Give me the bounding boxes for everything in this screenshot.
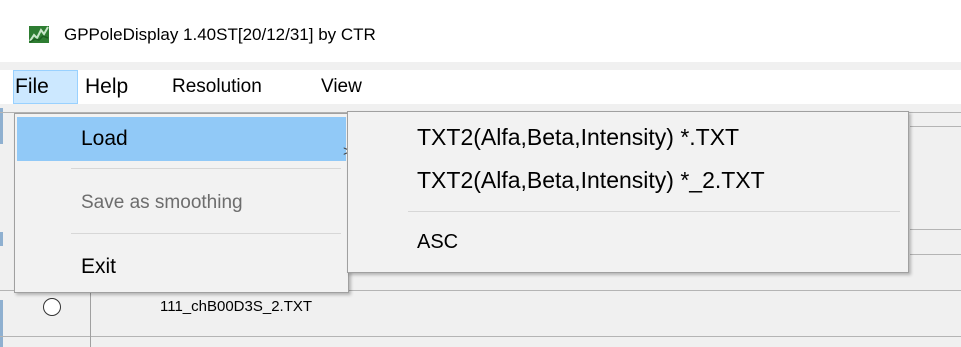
menu-separator	[71, 168, 341, 169]
divider	[910, 254, 961, 255]
menu-help[interactable]: Help	[85, 70, 128, 104]
menu-item-load[interactable]: Load >	[17, 117, 352, 161]
menu-file[interactable]: File	[13, 70, 78, 104]
menu-file-label: File	[15, 75, 49, 98]
divider	[0, 336, 961, 337]
menu-view-label: View	[321, 76, 362, 97]
menu-item-exit-label: Exit	[81, 255, 117, 278]
menu-item-load-label: Load	[81, 127, 128, 150]
load-submenu: TXT2(Alfa,Beta,Intensity) *.TXT TXT2(Alf…	[347, 111, 909, 273]
file-menu-dropdown: Load > Save as smoothing Exit	[14, 113, 352, 293]
menu-help-label: Help	[85, 75, 129, 98]
divider	[910, 229, 961, 230]
left-edge-decoration	[0, 300, 3, 347]
menu-item-save-as-smoothing: Save as smoothing	[17, 181, 346, 225]
menu-item-exit[interactable]: Exit	[17, 245, 346, 289]
menu-bar: File Help Resolution View	[0, 70, 961, 104]
submenu-item-txt2-2[interactable]: TXT2(Alfa,Beta,Intensity) *_2.TXT	[417, 167, 765, 194]
left-edge-decoration	[0, 108, 3, 144]
window-title: GPPoleDisplay 1.40ST[20/12/31] by CTR	[64, 25, 376, 44]
submenu-item-txt2[interactable]: TXT2(Alfa,Beta,Intensity) *.TXT	[417, 124, 739, 151]
title-bar: GPPoleDisplay 1.40ST[20/12/31] by CTR	[0, 0, 961, 62]
menu-item-save-as-smoothing-label: Save as smoothing	[81, 192, 243, 213]
column-divider	[90, 290, 91, 347]
menu-separator	[71, 233, 341, 234]
left-edge-decoration	[0, 232, 3, 246]
menu-resolution[interactable]: Resolution	[172, 70, 262, 104]
file-list-item: 111_chB00D3S_2.TXT	[160, 298, 313, 315]
file-select-radio[interactable]	[43, 298, 61, 316]
menu-separator	[408, 211, 900, 212]
submenu-item-asc[interactable]: ASC	[417, 231, 458, 254]
menu-resolution-label: Resolution	[172, 76, 262, 97]
divider	[910, 126, 961, 127]
app-graph-icon	[29, 26, 49, 43]
menu-view[interactable]: View	[321, 70, 362, 104]
